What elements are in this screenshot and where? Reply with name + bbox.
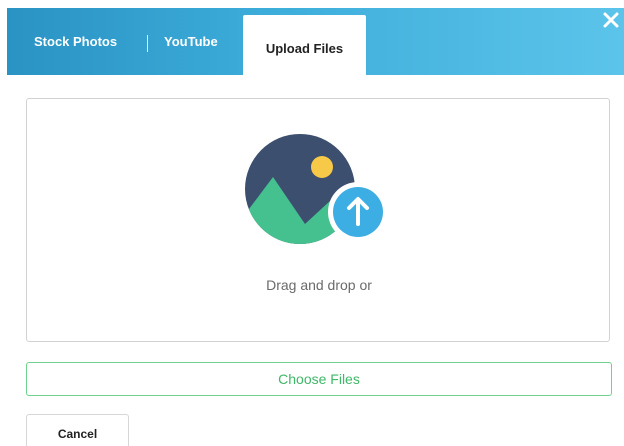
drop-instruction: Drag and drop or: [266, 277, 372, 293]
tab-upload-files[interactable]: Upload Files: [243, 15, 366, 82]
tab-youtube[interactable]: YouTube: [164, 8, 218, 75]
tab-stock-photos[interactable]: Stock Photos: [34, 8, 117, 75]
upload-arrow-icon: [328, 182, 388, 242]
tab-youtube-label: YouTube: [164, 34, 218, 49]
tab-divider: [147, 35, 148, 52]
tab-bar: Stock Photos YouTube Upload Files: [7, 8, 624, 82]
choose-files-button[interactable]: Choose Files: [26, 362, 612, 396]
close-icon[interactable]: [601, 10, 621, 30]
cancel-button[interactable]: Cancel: [26, 414, 129, 446]
upload-dialog: Stock Photos YouTube Upload Files Drag a…: [0, 0, 624, 446]
image-upload-icon: [243, 132, 393, 247]
tab-upload-files-label: Upload Files: [265, 41, 344, 56]
drop-zone[interactable]: Drag and drop or: [26, 98, 610, 342]
tab-stock-photos-label: Stock Photos: [34, 34, 118, 49]
sun-icon: [311, 156, 333, 178]
